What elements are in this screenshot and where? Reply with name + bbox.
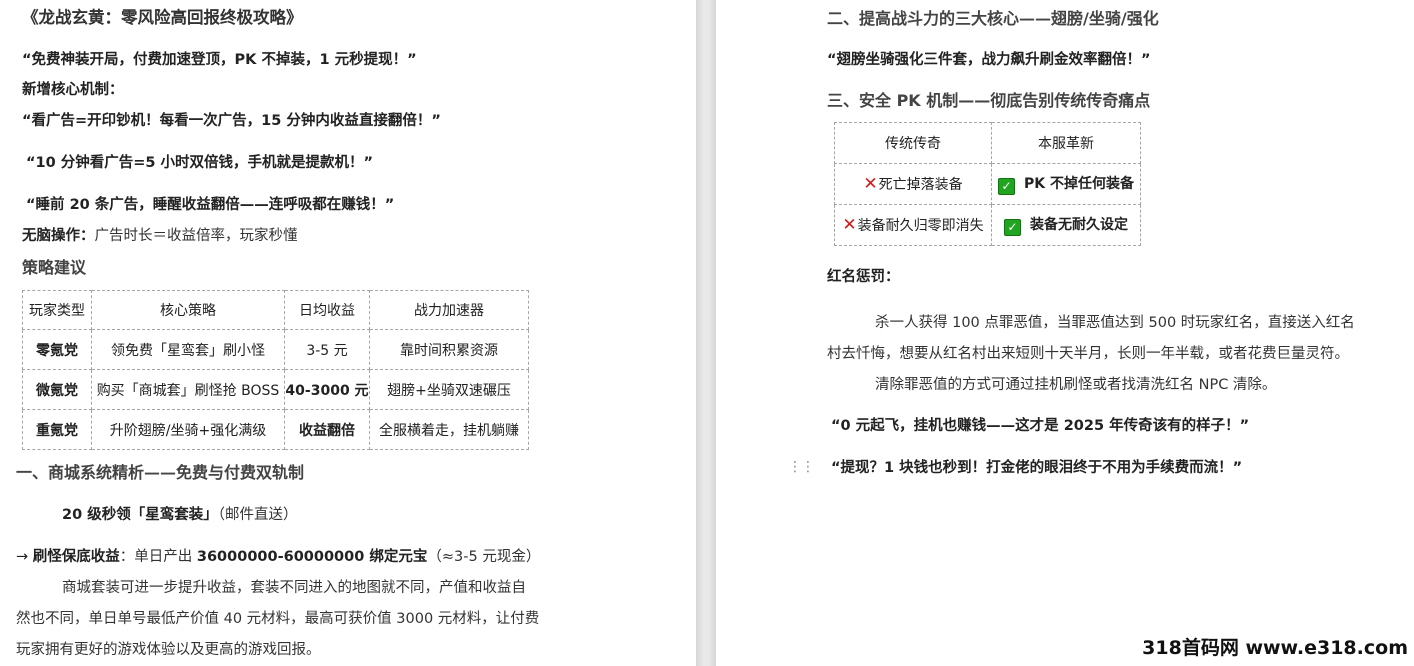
table-header-row: 传统传奇 本服革新 (834, 122, 1141, 164)
table-header-cell: 战力加速器 (369, 290, 529, 330)
level-20-note: （邮件直送） (217, 507, 298, 523)
document-page-right: 二、提高战斗力的三大核心——翅膀/坐骑/强化 “翅膀坐骑强化三件套，战力飙升刷金… (716, 0, 1414, 666)
free-start-quote: “0 元起飞，挂机也赚钱——这才是 2025 年传奇该有的样子！” (831, 418, 1250, 434)
new-mechanism-label: 新增核心机制： (22, 82, 124, 98)
table-cell: 零氪党 (22, 329, 92, 370)
paragraph-line: 清除罪恶值的方式可通过挂机刷怪或者找清洗红名 NPC 清除。 (875, 377, 1277, 393)
section-1-heading: 一、商城系统精析——免费与付费双轨制 (16, 463, 305, 482)
table-cell: 重氪党 (22, 409, 92, 450)
cross-icon: ✕ (842, 215, 857, 235)
doc-title: 《龙战玄黄：零风险高回报终极攻略》 (22, 8, 303, 27)
table-cell: ✕装备耐久归零即消失 (834, 204, 992, 246)
ad-quote-3: “睡前 20 条广告，睡醒收益翻倍——连呼吸都在赚钱！” (26, 197, 395, 213)
paragraph-line: 玩家拥有更好的游戏体验以及更高的游戏回报。 (16, 642, 321, 658)
table-cell: 靠时间积累资源 (369, 329, 529, 370)
guarantee-text: ：单日产出 (119, 549, 197, 565)
guarantee-amount: 36000000-60000000 绑定元宝 (196, 549, 428, 565)
withdraw-quote: “提现？1 块钱也秒到！打金佬的眼泪终于不用为手续费而流！” (831, 460, 1243, 476)
table-cell: ✕死亡掉落装备 (834, 163, 992, 205)
paragraph-line: 然也不同，单日单号最低产价值 40 元材料，最高可获价值 3000 元材料，让付… (16, 611, 540, 627)
ad-quote-1: “看广告=开印钞机！每看一次广告，15 分钟内收益直接翻倍！” (22, 113, 441, 129)
paragraph-line: 商城套装可进一步提升收益，套装不同进入的地图就不同，产值和收益自 (62, 580, 526, 596)
drag-handle-icon[interactable]: ⋮⋮ (788, 459, 815, 475)
wings-quote: “翅膀坐骑强化三件套，战力飙升刷金效率翻倍！” (827, 52, 1151, 68)
slogan: “免费神装开局，付费加速登顶，PK 不掉装，1 元秒提现！” (22, 52, 417, 68)
red-name-label: 红名惩罚： (827, 269, 900, 285)
table-header-cell: 日均收益 (284, 290, 370, 330)
guarantee-line: → 刷怪保底收益：单日产出 36000000-60000000 绑定元宝（≈3-… (16, 547, 540, 567)
new-feature: 装备无耐久设定 (1030, 217, 1128, 233)
table-header-cell: 传统传奇 (834, 122, 992, 164)
paragraph-line: 村去忏悔，想要从红名村出来短则十天半月，长则一年半载，或者花费巨量灵符。 (827, 346, 1349, 362)
table-cell: 40-3000 元 (284, 369, 370, 410)
guarantee-label: 刷怪保底收益 (32, 549, 120, 565)
table-row: ✕死亡掉落装备 ✓ PK 不掉任何装备 (834, 163, 1141, 205)
table-header-cell: 核心策略 (91, 290, 285, 330)
no-brain-text: 广告时长＝收益倍率，玩家秒懂 (94, 228, 298, 244)
no-brain-label: 无脑操作： (22, 228, 95, 244)
paragraph-line: 杀一人获得 100 点罪恶值，当罪恶值达到 500 时玩家红名，直接送入红名 (875, 315, 1355, 331)
table-cell: 领免费「星鸾套」刷小怪 (91, 329, 285, 370)
section-3-heading: 三、安全 PK 机制——彻底告别传统传奇痛点 (827, 91, 1151, 110)
table-cell: 购买「商城套」刷怪抢 BOSS (91, 369, 285, 410)
checkmark-icon: ✓ (1004, 219, 1021, 236)
watermark: 318首码网 www.e318.com (1142, 637, 1408, 659)
table-header-cell: 玩家类型 (22, 290, 92, 330)
document-page-left: 《龙战玄黄：零风险高回报终极攻略》 “免费神装开局，付费加速登顶，PK 不掉装，… (0, 0, 696, 666)
level-20-text: 20 级秒领「星鸾套装」 (62, 507, 218, 523)
table-cell: 3-5 元 (284, 329, 370, 370)
guarantee-note: （≈3-5 元现金） (427, 549, 541, 565)
table-row: 重氪党 升阶翅膀/坐骑+强化满级 收益翻倍 全服横着走，挂机躺赚 (22, 409, 529, 450)
table-header-row: 玩家类型 核心策略 日均收益 战力加速器 (22, 290, 529, 330)
table-cell: 微氪党 (22, 369, 92, 410)
old-feature: 装备耐久归零即消失 (857, 218, 984, 234)
table-row: 微氪党 购买「商城套」刷怪抢 BOSS 40-3000 元 翅膀+坐骑双速碾压 (22, 369, 529, 410)
cross-icon: ✕ (863, 174, 878, 194)
ad-quote-2: “10 分钟看广告=5 小时双倍钱，手机就是提款机！” (26, 155, 374, 171)
table-cell: 升阶翅膀/坐骑+强化满级 (91, 409, 285, 450)
old-feature: 死亡掉落装备 (878, 177, 963, 193)
pk-table: 传统传奇 本服革新 ✕死亡掉落装备 ✓ PK 不掉任何装备 ✕装备耐久归零即消失 … (834, 122, 1141, 246)
section-2-heading: 二、提高战斗力的三大核心——翅膀/坐骑/强化 (827, 9, 1159, 28)
no-brain-line: 无脑操作：广告时长＝收益倍率，玩家秒懂 (22, 226, 298, 246)
table-cell: 全服横着走，挂机躺赚 (369, 409, 529, 450)
strategy-heading: 策略建议 (22, 258, 87, 277)
table-row: 零氪党 领免费「星鸾套」刷小怪 3-5 元 靠时间积累资源 (22, 329, 529, 370)
new-feature: PK 不掉任何装备 (1024, 176, 1134, 192)
checkmark-icon: ✓ (998, 178, 1015, 195)
table-cell: ✓ 装备无耐久设定 (991, 204, 1141, 246)
strategy-table: 玩家类型 核心策略 日均收益 战力加速器 零氪党 领免费「星鸾套」刷小怪 3-5… (22, 290, 529, 450)
table-row: ✕装备耐久归零即消失 ✓ 装备无耐久设定 (834, 204, 1141, 246)
arrow-icon: → (16, 549, 29, 565)
table-cell: 翅膀+坐骑双速碾压 (369, 369, 529, 410)
table-cell: 收益翻倍 (284, 409, 370, 450)
level-20-line: 20 级秒领「星鸾套装」（邮件直送） (62, 505, 297, 525)
page-gutter (696, 0, 716, 666)
table-header-cell: 本服革新 (991, 122, 1141, 164)
table-cell: ✓ PK 不掉任何装备 (991, 163, 1141, 205)
